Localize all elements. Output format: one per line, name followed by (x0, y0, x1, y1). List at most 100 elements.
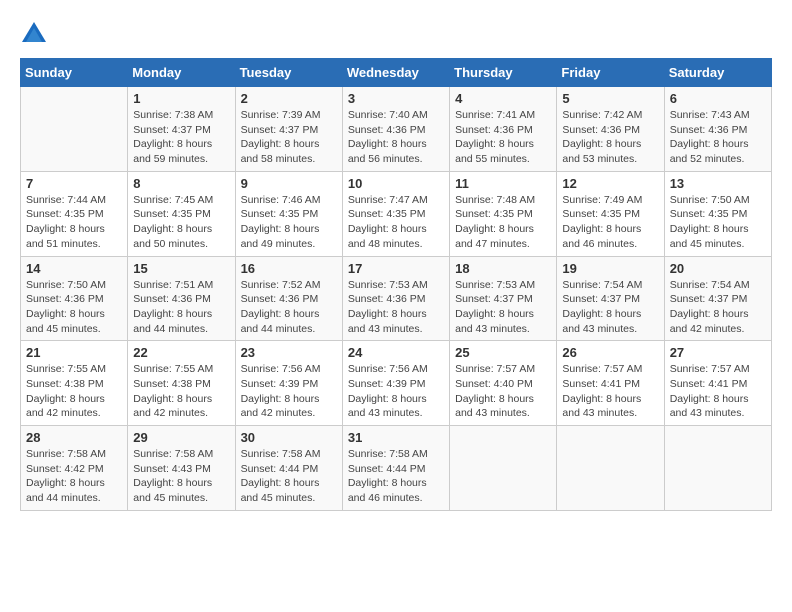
day-number: 24 (348, 345, 444, 360)
day-number: 12 (562, 176, 658, 191)
calendar-cell: 31Sunrise: 7:58 AM Sunset: 4:44 PM Dayli… (342, 426, 449, 511)
day-number: 7 (26, 176, 122, 191)
calendar-cell: 24 Sunrise: 7:56 AM Sunset: 4:39 PM Dayli… (342, 341, 449, 426)
calendar-header: SundayMondayTuesdayWednesdayThursdayFrid… (21, 59, 772, 87)
day-info: Sunrise: 7:53 AM Sunset: 4:37 PM Dayligh… (455, 278, 551, 337)
day-number: 19 (562, 261, 658, 276)
page-header (20, 20, 772, 48)
day-number: 8 (133, 176, 229, 191)
calendar-cell: 5 Sunrise: 7:42 AM Sunset: 4:36 PM Daylig… (557, 87, 664, 172)
weekday-header: Thursday (450, 59, 557, 87)
day-info: Sunrise: 7:51 AM Sunset: 4:36 PM Dayligh… (133, 278, 229, 337)
weekday-header: Friday (557, 59, 664, 87)
day-info: Sunrise: 7:55 AM Sunset: 4:38 PM Dayligh… (133, 362, 229, 421)
day-number: 3 (348, 91, 444, 106)
day-info: Sunrise: 7:54 AM Sunset: 4:37 PM Dayligh… (670, 278, 766, 337)
day-info: Sunrise: 7:57 AM Sunset: 4:41 PM Dayligh… (670, 362, 766, 421)
calendar-table: SundayMondayTuesdayWednesdayThursdayFrid… (20, 58, 772, 511)
calendar-cell: 30Sunrise: 7:58 AM Sunset: 4:44 PM Dayli… (235, 426, 342, 511)
day-number: 29 (133, 430, 229, 445)
weekday-header: Sunday (21, 59, 128, 87)
day-info: Sunrise: 7:48 AM Sunset: 4:35 PM Dayligh… (455, 193, 551, 252)
calendar-week-row: 28 Sunrise: 7:58 AM Sunset: 4:42 PM Dayli… (21, 426, 772, 511)
day-info: Sunrise: 7:58 AM Sunset: 4:43 PM Dayligh… (133, 447, 229, 506)
day-number: 1 (133, 91, 229, 106)
calendar-cell (21, 87, 128, 172)
calendar-week-row: 1 Sunrise: 7:38 AM Sunset: 4:37 PM Daylig… (21, 87, 772, 172)
day-info: Sunrise: 7:49 AM Sunset: 4:35 PM Dayligh… (562, 193, 658, 252)
calendar-cell: 10Sunrise: 7:47 AM Sunset: 4:35 PM Dayli… (342, 171, 449, 256)
calendar-cell: 15Sunrise: 7:51 AM Sunset: 4:36 PM Dayli… (128, 256, 235, 341)
day-info: Sunrise: 7:39 AM Sunset: 4:37 PM Dayligh… (241, 108, 337, 167)
day-info: Sunrise: 7:45 AM Sunset: 4:35 PM Dayligh… (133, 193, 229, 252)
calendar-cell: 1 Sunrise: 7:38 AM Sunset: 4:37 PM Daylig… (128, 87, 235, 172)
weekday-header: Saturday (664, 59, 771, 87)
day-number: 11 (455, 176, 551, 191)
day-number: 28 (26, 430, 122, 445)
day-number: 27 (670, 345, 766, 360)
day-info: Sunrise: 7:58 AM Sunset: 4:42 PM Dayligh… (26, 447, 122, 506)
calendar-cell: 21 Sunrise: 7:55 AM Sunset: 4:38 PM Dayli… (21, 341, 128, 426)
day-number: 26 (562, 345, 658, 360)
calendar-week-row: 7Sunrise: 7:44 AM Sunset: 4:35 PM Daylig… (21, 171, 772, 256)
calendar-cell: 6 Sunrise: 7:43 AM Sunset: 4:36 PM Daylig… (664, 87, 771, 172)
weekday-header: Monday (128, 59, 235, 87)
day-number: 25 (455, 345, 551, 360)
day-number: 21 (26, 345, 122, 360)
day-info: Sunrise: 7:50 AM Sunset: 4:35 PM Dayligh… (670, 193, 766, 252)
calendar-cell: 11 Sunrise: 7:48 AM Sunset: 4:35 PM Dayli… (450, 171, 557, 256)
calendar-cell: 17 Sunrise: 7:53 AM Sunset: 4:36 PM Dayli… (342, 256, 449, 341)
calendar-cell: 28 Sunrise: 7:58 AM Sunset: 4:42 PM Dayli… (21, 426, 128, 511)
calendar-cell: 18Sunrise: 7:53 AM Sunset: 4:37 PM Dayli… (450, 256, 557, 341)
calendar-cell: 2 Sunrise: 7:39 AM Sunset: 4:37 PM Daylig… (235, 87, 342, 172)
weekday-row: SundayMondayTuesdayWednesdayThursdayFrid… (21, 59, 772, 87)
day-info: Sunrise: 7:41 AM Sunset: 4:36 PM Dayligh… (455, 108, 551, 167)
day-info: Sunrise: 7:56 AM Sunset: 4:39 PM Dayligh… (348, 362, 444, 421)
calendar-cell (450, 426, 557, 511)
calendar-cell: 20 Sunrise: 7:54 AM Sunset: 4:37 PM Dayli… (664, 256, 771, 341)
day-info: Sunrise: 7:40 AM Sunset: 4:36 PM Dayligh… (348, 108, 444, 167)
calendar-cell: 4 Sunrise: 7:41 AM Sunset: 4:36 PM Daylig… (450, 87, 557, 172)
logo (20, 20, 52, 48)
day-info: Sunrise: 7:55 AM Sunset: 4:38 PM Dayligh… (26, 362, 122, 421)
calendar-cell: 13 Sunrise: 7:50 AM Sunset: 4:35 PM Dayli… (664, 171, 771, 256)
day-number: 6 (670, 91, 766, 106)
day-info: Sunrise: 7:56 AM Sunset: 4:39 PM Dayligh… (241, 362, 337, 421)
day-number: 16 (241, 261, 337, 276)
calendar-cell: 9Sunrise: 7:46 AM Sunset: 4:35 PM Daylig… (235, 171, 342, 256)
day-number: 5 (562, 91, 658, 106)
day-number: 13 (670, 176, 766, 191)
day-info: Sunrise: 7:57 AM Sunset: 4:41 PM Dayligh… (562, 362, 658, 421)
weekday-header: Tuesday (235, 59, 342, 87)
day-number: 17 (348, 261, 444, 276)
day-number: 14 (26, 261, 122, 276)
day-info: Sunrise: 7:38 AM Sunset: 4:37 PM Dayligh… (133, 108, 229, 167)
calendar-cell: 3 Sunrise: 7:40 AM Sunset: 4:36 PM Daylig… (342, 87, 449, 172)
day-info: Sunrise: 7:54 AM Sunset: 4:37 PM Dayligh… (562, 278, 658, 337)
day-number: 2 (241, 91, 337, 106)
weekday-header: Wednesday (342, 59, 449, 87)
day-info: Sunrise: 7:42 AM Sunset: 4:36 PM Dayligh… (562, 108, 658, 167)
day-number: 9 (241, 176, 337, 191)
day-info: Sunrise: 7:57 AM Sunset: 4:40 PM Dayligh… (455, 362, 551, 421)
calendar-cell (557, 426, 664, 511)
day-number: 20 (670, 261, 766, 276)
calendar-week-row: 14 Sunrise: 7:50 AM Sunset: 4:36 PM Dayli… (21, 256, 772, 341)
calendar-cell: 8 Sunrise: 7:45 AM Sunset: 4:35 PM Daylig… (128, 171, 235, 256)
calendar-cell: 25 Sunrise: 7:57 AM Sunset: 4:40 PM Dayli… (450, 341, 557, 426)
calendar-cell: 7Sunrise: 7:44 AM Sunset: 4:35 PM Daylig… (21, 171, 128, 256)
day-info: Sunrise: 7:52 AM Sunset: 4:36 PM Dayligh… (241, 278, 337, 337)
calendar-cell: 12 Sunrise: 7:49 AM Sunset: 4:35 PM Dayli… (557, 171, 664, 256)
calendar-cell: 22Sunrise: 7:55 AM Sunset: 4:38 PM Dayli… (128, 341, 235, 426)
day-info: Sunrise: 7:58 AM Sunset: 4:44 PM Dayligh… (348, 447, 444, 506)
calendar-cell: 16 Sunrise: 7:52 AM Sunset: 4:36 PM Dayli… (235, 256, 342, 341)
day-info: Sunrise: 7:43 AM Sunset: 4:36 PM Dayligh… (670, 108, 766, 167)
day-number: 23 (241, 345, 337, 360)
day-info: Sunrise: 7:53 AM Sunset: 4:36 PM Dayligh… (348, 278, 444, 337)
calendar-cell: 27 Sunrise: 7:57 AM Sunset: 4:41 PM Dayli… (664, 341, 771, 426)
calendar-cell: 19 Sunrise: 7:54 AM Sunset: 4:37 PM Dayli… (557, 256, 664, 341)
day-number: 4 (455, 91, 551, 106)
day-info: Sunrise: 7:58 AM Sunset: 4:44 PM Dayligh… (241, 447, 337, 506)
calendar-cell (664, 426, 771, 511)
day-info: Sunrise: 7:50 AM Sunset: 4:36 PM Dayligh… (26, 278, 122, 337)
